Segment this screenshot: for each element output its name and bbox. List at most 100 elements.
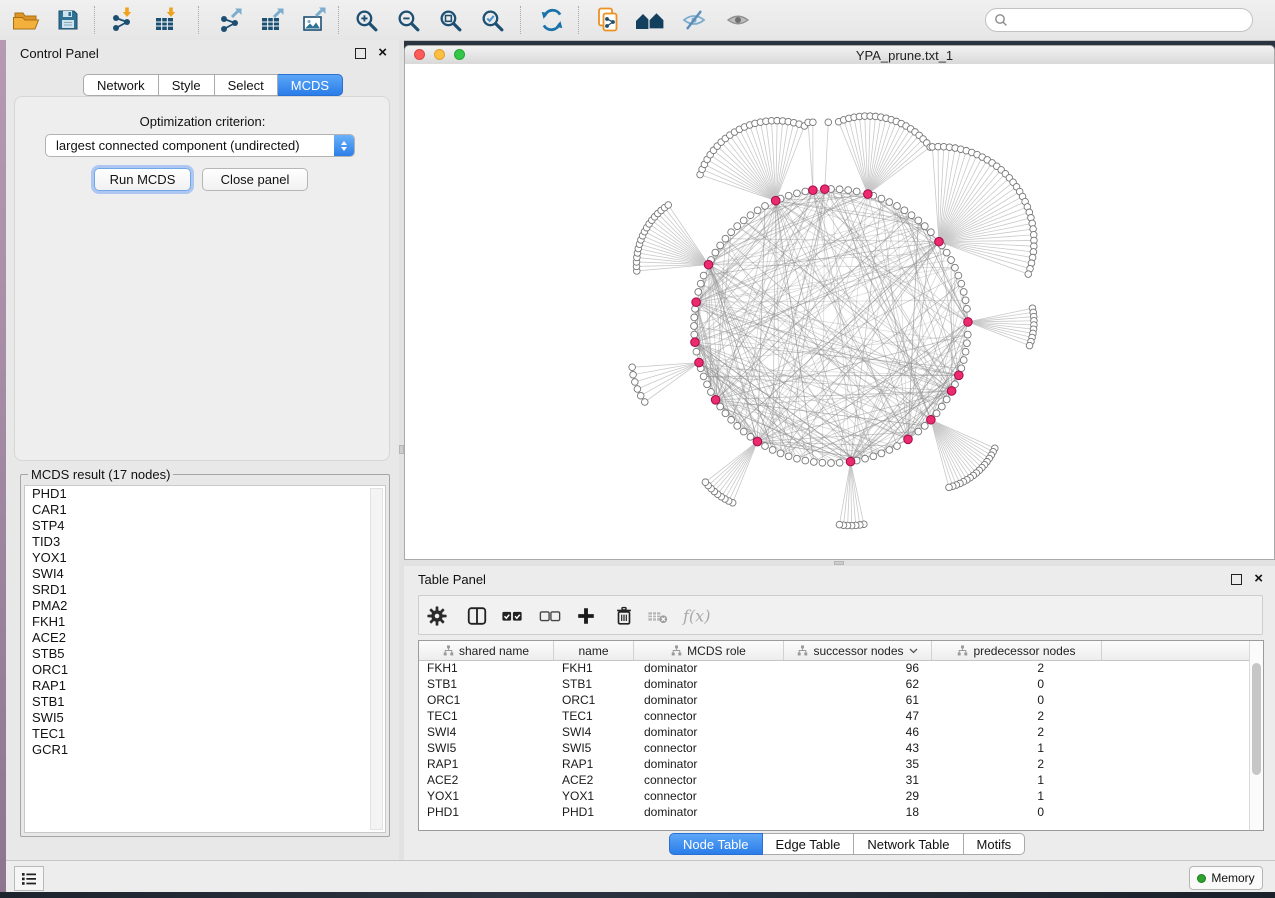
column-header-shared-name[interactable]: shared name <box>419 641 554 660</box>
zoom-out-button[interactable] <box>390 4 426 36</box>
graph-hub-node[interactable] <box>935 237 944 246</box>
graph-node[interactable] <box>828 460 835 467</box>
table-row[interactable]: TEC1TEC1connector472 <box>419 708 1263 724</box>
graph-hub-node[interactable] <box>753 437 762 446</box>
graph-node[interactable] <box>853 188 860 195</box>
graph-node[interactable] <box>810 119 817 126</box>
graph-node[interactable] <box>693 348 700 355</box>
mcds-result-item[interactable]: PHD1 <box>25 486 385 502</box>
graph-hub-node[interactable] <box>692 298 701 307</box>
graph-node[interactable] <box>836 521 843 528</box>
graph-node[interactable] <box>915 217 922 224</box>
graph-node[interactable] <box>641 399 648 406</box>
mcds-result-item[interactable]: RAP1 <box>25 678 385 694</box>
tab-network[interactable]: Network <box>83 74 159 96</box>
graph-node[interactable] <box>740 217 747 224</box>
graph-node[interactable] <box>717 403 724 410</box>
export-table-button[interactable] <box>254 4 290 36</box>
graph-hub-node[interactable] <box>820 185 829 194</box>
graph-node[interactable] <box>734 422 741 429</box>
graph-node[interactable] <box>948 257 955 264</box>
graph-hub-node[interactable] <box>864 190 873 199</box>
table-row[interactable]: PHD1PHD1dominator180 <box>419 804 1263 820</box>
graph-node[interactable] <box>769 447 776 454</box>
graph-node[interactable] <box>747 433 754 440</box>
close-panel-button[interactable]: Close panel <box>202 168 308 191</box>
delete-table-button[interactable] <box>643 601 673 631</box>
graph-node[interactable] <box>964 305 971 312</box>
mcds-result-item[interactable]: STP4 <box>25 518 385 534</box>
graph-node[interactable] <box>762 203 769 210</box>
mcds-result-item[interactable]: SWI4 <box>25 566 385 582</box>
table-row[interactable]: RAP1RAP1dominator352 <box>419 756 1263 772</box>
graph-node[interactable] <box>938 403 945 410</box>
graph-node[interactable] <box>886 447 893 454</box>
graph-node[interactable] <box>708 389 715 396</box>
mcds-result-item[interactable]: YOX1 <box>25 550 385 566</box>
graph-node[interactable] <box>921 223 928 230</box>
tab-node-table[interactable]: Node Table <box>669 833 763 855</box>
graph-node[interactable] <box>1025 271 1032 278</box>
graph-node[interactable] <box>960 357 967 364</box>
graph-node[interactable] <box>921 422 928 429</box>
graph-node[interactable] <box>665 202 672 209</box>
mcds-result-item[interactable]: CAR1 <box>25 502 385 518</box>
mcds-result-item[interactable]: ACE2 <box>25 630 385 646</box>
graph-node[interactable] <box>794 190 801 197</box>
table-scrollbar[interactable] <box>1249 641 1263 830</box>
table-row[interactable]: SWI4SWI4dominator462 <box>419 724 1263 740</box>
graph-node[interactable] <box>630 371 637 378</box>
mcds-result-item[interactable]: PMA2 <box>25 598 385 614</box>
graph-node[interactable] <box>955 272 962 279</box>
graph-node[interactable] <box>700 272 707 279</box>
graph-hub-node[interactable] <box>927 415 936 424</box>
mcds-result-item[interactable]: ORC1 <box>25 662 385 678</box>
graph-node[interactable] <box>845 187 852 194</box>
column-header-name[interactable]: name <box>554 641 634 660</box>
graph-node[interactable] <box>728 229 735 236</box>
column-header-successor-nodes[interactable]: successor nodes <box>784 641 932 660</box>
table-settings-button[interactable] <box>422 601 452 631</box>
graph-hub-node[interactable] <box>695 358 704 367</box>
first-neighbors-button[interactable] <box>632 4 668 36</box>
show-columns-button[interactable] <box>462 601 492 631</box>
network-canvas[interactable] <box>405 64 1274 559</box>
graph-node[interactable] <box>1026 342 1033 349</box>
column-header-predecessor-nodes[interactable]: predecessor nodes <box>932 641 1102 660</box>
graph-node[interactable] <box>754 207 761 214</box>
table-row[interactable]: ACE2ACE2connector311 <box>419 772 1263 788</box>
graph-node[interactable] <box>878 450 885 457</box>
save-session-button[interactable] <box>50 4 86 36</box>
node-table[interactable]: shared namenameMCDS rolesuccessor nodesp… <box>418 640 1264 831</box>
mcds-result-item[interactable]: FKH1 <box>25 614 385 630</box>
graph-node[interactable] <box>964 340 971 347</box>
open-file-button[interactable] <box>8 4 44 36</box>
deselect-all-button[interactable] <box>535 601 565 631</box>
refresh-view-button[interactable] <box>534 4 570 36</box>
graph-node[interactable] <box>794 455 801 462</box>
graph-node[interactable] <box>964 331 971 338</box>
graph-node[interactable] <box>819 459 826 466</box>
mcds-result-item[interactable]: SWI5 <box>25 710 385 726</box>
search-input[interactable] <box>1014 12 1244 29</box>
graph-node[interactable] <box>704 381 711 388</box>
graph-node[interactable] <box>908 212 915 219</box>
float-panel-icon[interactable] <box>1231 574 1242 585</box>
task-history-button[interactable] <box>14 866 44 891</box>
graph-node[interactable] <box>634 386 641 393</box>
graph-node[interactable] <box>697 280 704 287</box>
graph-node[interactable] <box>702 479 709 486</box>
graph-node[interactable] <box>695 289 702 296</box>
table-row[interactable]: ORC1ORC1dominator610 <box>419 692 1263 708</box>
export-image-button[interactable] <box>296 4 332 36</box>
graph-node[interactable] <box>894 203 901 210</box>
graph-hub-node[interactable] <box>955 371 964 380</box>
float-panel-icon[interactable] <box>355 48 366 59</box>
graph-node[interactable] <box>962 348 969 355</box>
graph-node[interactable] <box>802 188 809 195</box>
graph-hub-node[interactable] <box>947 387 956 396</box>
graph-node[interactable] <box>722 410 729 417</box>
import-network-button[interactable] <box>104 4 140 36</box>
graph-node[interactable] <box>933 410 940 417</box>
criterion-select[interactable]: largest connected component (undirected) <box>45 134 355 157</box>
